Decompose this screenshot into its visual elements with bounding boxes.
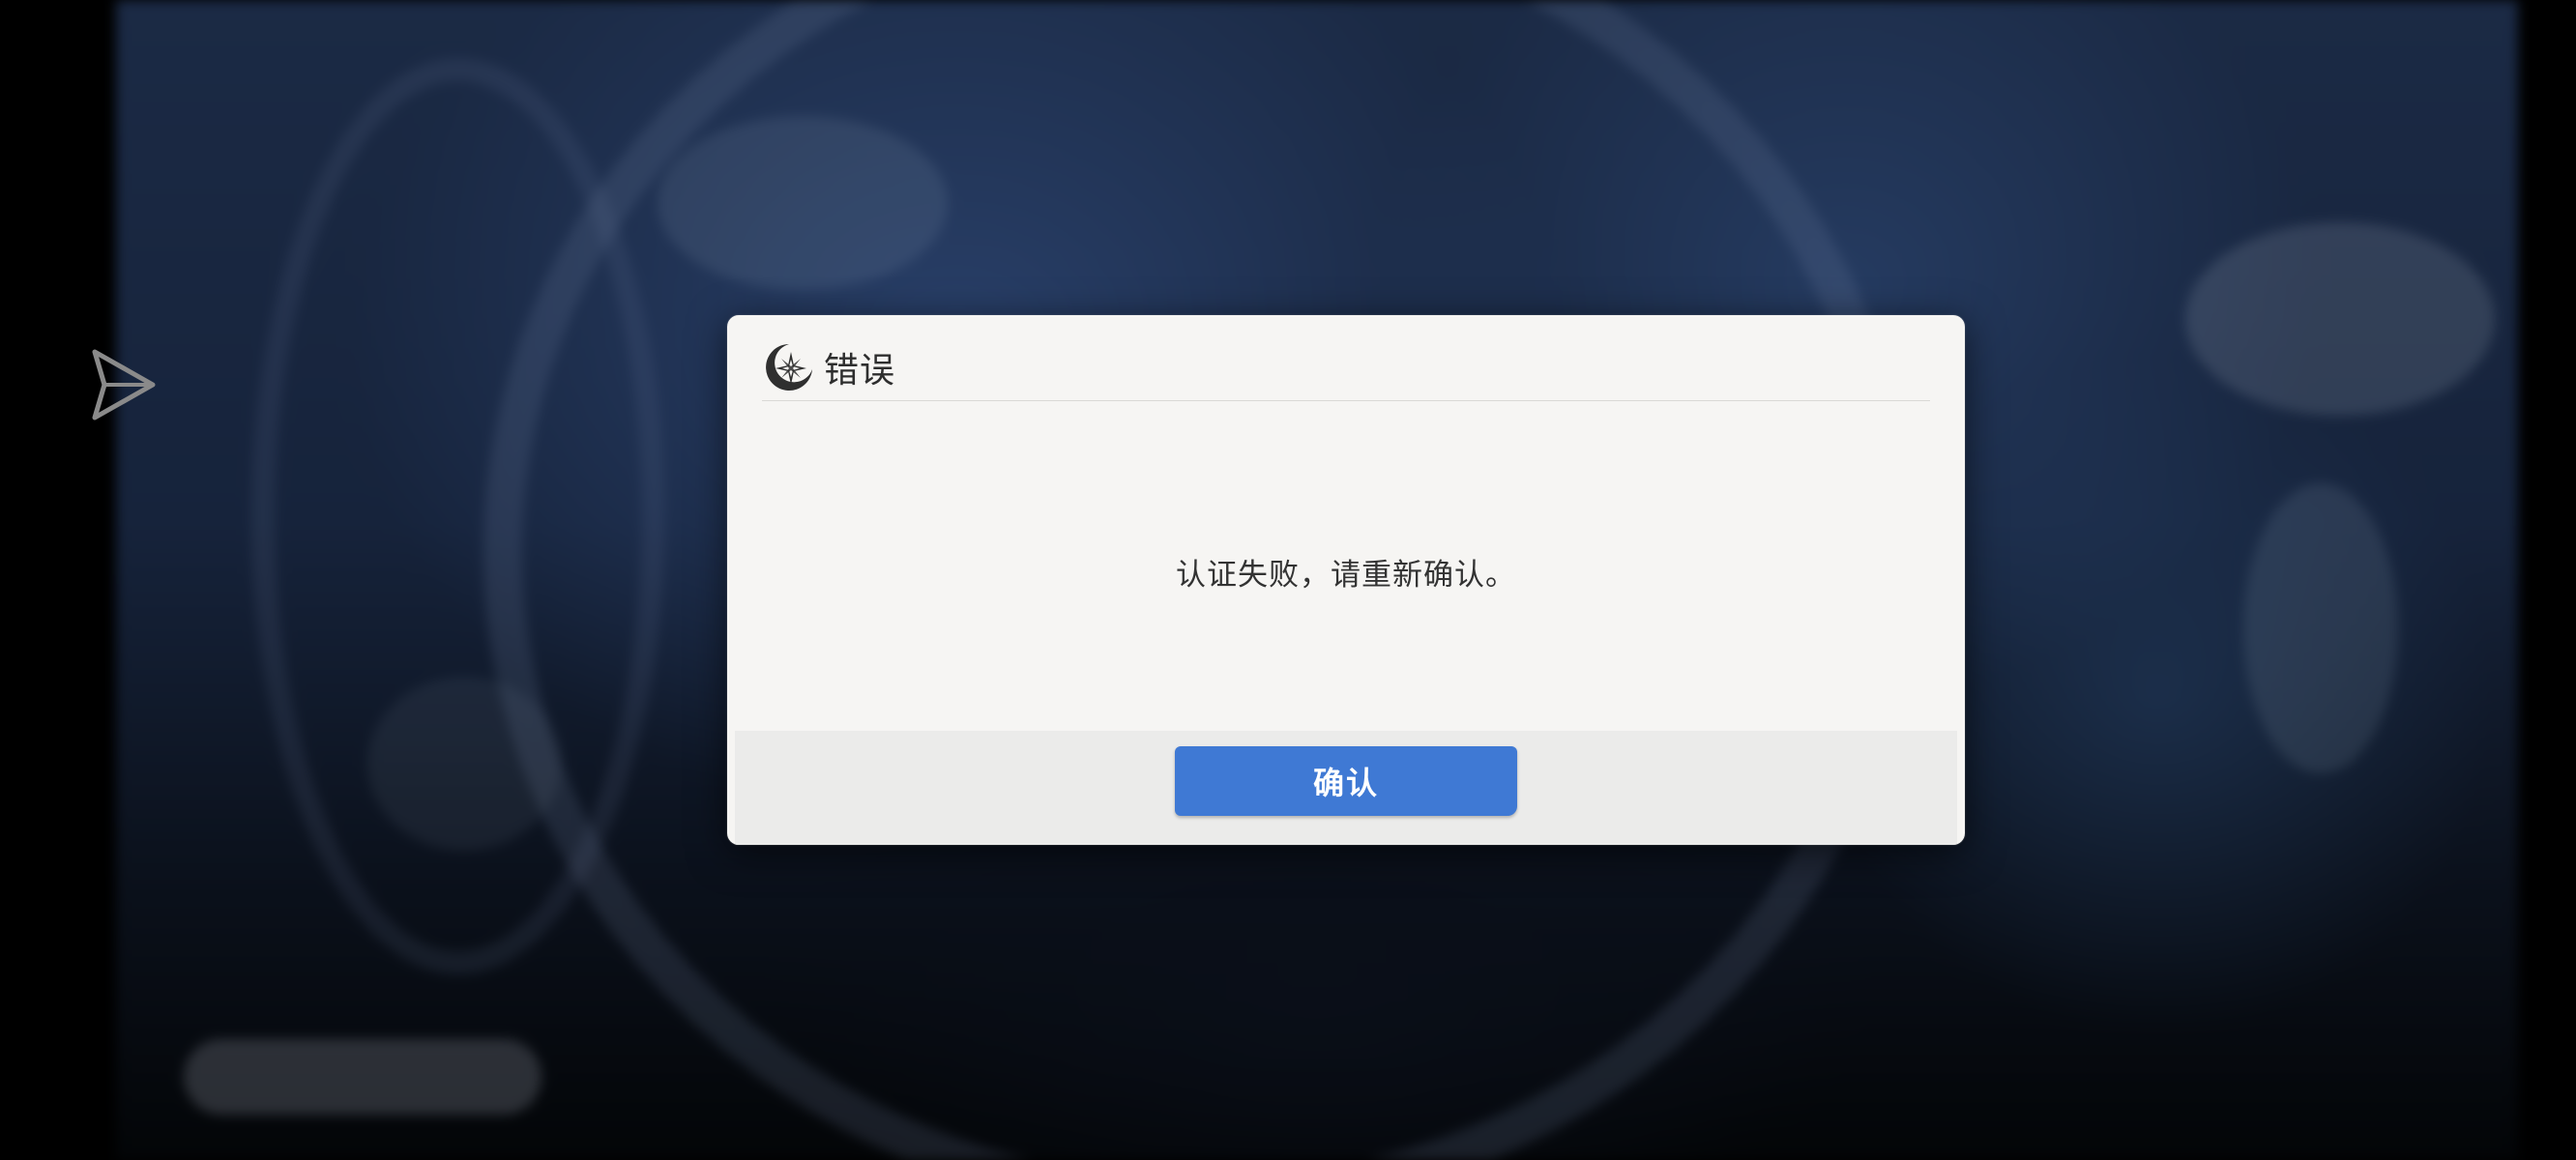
confirm-button[interactable]: 确认 bbox=[1175, 746, 1517, 816]
dialog-body: 认证失败，请重新确认。 bbox=[727, 401, 1965, 739]
paper-plane-arrow-icon[interactable] bbox=[89, 346, 159, 423]
dialog-footer: 确认 bbox=[735, 731, 1957, 845]
dialog-title: 错误 bbox=[824, 351, 896, 391]
dialog-header: 错误 bbox=[762, 334, 1930, 401]
background-shape bbox=[2243, 483, 2398, 773]
background-shape bbox=[658, 116, 948, 290]
compass-star-icon bbox=[766, 344, 812, 391]
background-pill-button bbox=[184, 1039, 542, 1115]
error-message: 认证失败，请重新确认。 bbox=[1176, 558, 1516, 593]
background-shape bbox=[2185, 222, 2495, 416]
background-shape bbox=[367, 677, 561, 851]
error-dialog: 错误 认证失败，请重新确认。 确认 bbox=[727, 315, 1965, 845]
game-screen: 错误 认证失败，请重新确认。 确认 bbox=[0, 0, 2576, 1160]
